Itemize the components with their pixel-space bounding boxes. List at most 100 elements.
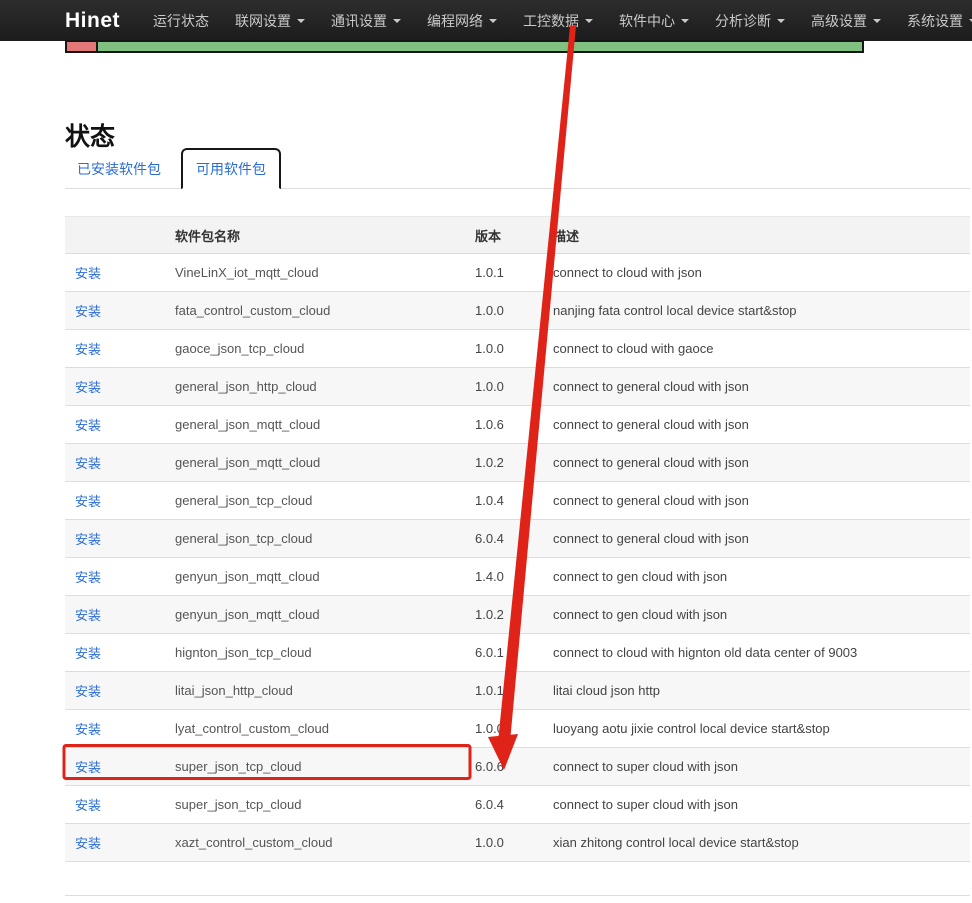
- nav-link-programming-network[interactable]: 编程网络: [414, 11, 510, 31]
- package-name: gaoce_json_tcp_cloud: [175, 330, 475, 368]
- install-link[interactable]: 安装: [75, 836, 101, 851]
- package-description: luoyang aotu jixie control local device …: [553, 710, 970, 748]
- package-description: litai cloud json http: [553, 672, 970, 710]
- install-cell: 安装: [65, 634, 175, 672]
- nav-link-analysis-diagnosis[interactable]: 分析诊断: [702, 11, 798, 31]
- nav-link-network-settings[interactable]: 联网设置: [222, 11, 318, 31]
- install-link[interactable]: 安装: [75, 646, 101, 661]
- table-row: 安装 general_json_tcp_cloud6.0.4connect to …: [65, 520, 970, 558]
- install-link[interactable]: 安装: [75, 798, 101, 813]
- table-row: 安装genyun_json_mqtt_cloud1.0.2connect to …: [65, 596, 970, 634]
- install-link[interactable]: 安装: [75, 494, 101, 509]
- package-name: super_json_tcp_cloud: [175, 786, 475, 824]
- install-cell: 安装: [65, 330, 175, 368]
- install-cell: 安装: [65, 596, 175, 634]
- col-header-description: 描述: [553, 217, 970, 254]
- col-header-install: [65, 217, 175, 254]
- table-row: 安装hignton_json_tcp_cloud6.0.1connect to …: [65, 634, 970, 672]
- install-link[interactable]: 安装: [75, 760, 101, 775]
- package-version: 6.0.4: [475, 520, 553, 558]
- install-link[interactable]: 安装: [75, 722, 101, 737]
- install-link[interactable]: 安装: [75, 342, 101, 357]
- install-link[interactable]: 安装: [75, 532, 101, 547]
- package-description: connect to cloud with json: [553, 254, 970, 292]
- tab-link-available[interactable]: 可用软件包: [181, 148, 281, 189]
- tab-installed: 已安装软件包: [65, 149, 173, 189]
- package-version: 1.0.0: [475, 710, 553, 748]
- nav-item-network-settings: 联网设置: [222, 0, 318, 41]
- package-version: 6.0.1: [475, 634, 553, 672]
- table-row: 安装VineLinX_iot_mqtt_cloud1.0.1connect to…: [65, 254, 970, 292]
- install-cell: 安装: [65, 292, 175, 330]
- package-name: general_json_tcp_cloud: [175, 520, 475, 558]
- install-link[interactable]: 安装: [75, 684, 101, 699]
- package-version: 1.0.2: [475, 444, 553, 482]
- install-link[interactable]: 安装: [75, 418, 101, 433]
- package-description: connect to general cloud with json: [553, 406, 970, 444]
- tab-available: 可用软件包: [173, 148, 281, 189]
- package-version: 1.0.0: [475, 330, 553, 368]
- install-cell: 安装: [65, 710, 175, 748]
- nav-link-software-center[interactable]: 软件中心: [606, 11, 702, 31]
- nav-link-industrial-data[interactable]: 工控数据: [510, 11, 606, 31]
- table-row: 安装 general_json_tcp_cloud1.0.4connect to …: [65, 482, 970, 520]
- install-link[interactable]: 安装: [75, 304, 101, 319]
- tab-link-installed[interactable]: 已安装软件包: [65, 149, 173, 189]
- install-cell: 安装: [65, 786, 175, 824]
- caret-down-icon: [873, 19, 881, 23]
- package-description: connect to general cloud with json: [553, 444, 970, 482]
- install-link[interactable]: 安装: [75, 608, 101, 623]
- progress-bar: [65, 40, 864, 53]
- table-row: 安装 xazt_control_custom_cloud1.0.0xian zhi…: [65, 824, 970, 862]
- package-version: 6.0.6: [475, 748, 553, 786]
- install-link[interactable]: 安装: [75, 456, 101, 471]
- package-name: general_json_mqtt_cloud: [175, 406, 475, 444]
- nav-link-advanced-settings[interactable]: 高级设置: [798, 11, 894, 31]
- package-description: xian zhitong control local device start&…: [553, 824, 970, 862]
- install-cell: 安装: [65, 824, 175, 862]
- package-version: 6.0.4: [475, 786, 553, 824]
- progress-bar-red-segment: [67, 42, 98, 51]
- package-description: connect to gen cloud with json: [553, 596, 970, 634]
- package-version: 1.0.0: [475, 368, 553, 406]
- install-cell: 安装: [65, 406, 175, 444]
- caret-down-icon: [681, 19, 689, 23]
- nav-item-programming-network: 编程网络: [414, 0, 510, 41]
- nav-link-comm-settings[interactable]: 通讯设置: [318, 11, 414, 31]
- footer-divider: [65, 895, 970, 896]
- caret-down-icon: [777, 19, 785, 23]
- nav-item-advanced-settings: 高级设置: [798, 0, 894, 41]
- table-row: 安装litai_json_http_cloud1.0.1litai cloud …: [65, 672, 970, 710]
- brand-logo[interactable]: Hinet: [65, 9, 120, 33]
- nav-link-run-status[interactable]: 运行状态: [140, 11, 222, 31]
- package-name: fata_control_custom_cloud: [175, 292, 475, 330]
- tab-bar: 已安装软件包可用软件包: [65, 150, 970, 189]
- nav-item-software-center: 软件中心: [606, 0, 702, 41]
- package-name: general_json_mqtt_cloud: [175, 444, 475, 482]
- install-link[interactable]: 安装: [75, 570, 101, 585]
- table-header-row: 软件包名称 版本 描述: [65, 217, 970, 254]
- package-version: 1.0.4: [475, 482, 553, 520]
- package-table: 软件包名称 版本 描述 安装VineLinX_iot_mqtt_cloud1.0…: [65, 216, 970, 862]
- package-name: lyat_control_custom_cloud: [175, 710, 475, 748]
- package-version: 1.0.6: [475, 406, 553, 444]
- package-version: 1.0.0: [475, 824, 553, 862]
- package-description: connect to general cloud with json: [553, 520, 970, 558]
- package-description: connect to cloud with hignton old data c…: [553, 634, 970, 672]
- package-description: connect to cloud with gaoce: [553, 330, 970, 368]
- package-name: super_json_tcp_cloud: [175, 748, 475, 786]
- install-link[interactable]: 安装: [75, 380, 101, 395]
- nav-link-system-settings[interactable]: 系统设置: [894, 11, 972, 31]
- package-name: general_json_tcp_cloud: [175, 482, 475, 520]
- install-link[interactable]: 安装: [75, 266, 101, 281]
- table-row: 安装 general_json_mqtt_cloud1.0.6connect to…: [65, 406, 970, 444]
- caret-down-icon: [585, 19, 593, 23]
- package-name: xazt_control_custom_cloud: [175, 824, 475, 862]
- table-row: 安装 general_json_mqtt_cloud1.0.2connect to…: [65, 444, 970, 482]
- package-name: genyun_json_mqtt_cloud: [175, 558, 475, 596]
- nav-item-run-status: 运行状态: [140, 0, 222, 41]
- col-header-version: 版本: [475, 217, 553, 254]
- install-cell: 安装: [65, 520, 175, 558]
- package-description: connect to general cloud with json: [553, 482, 970, 520]
- package-name: genyun_json_mqtt_cloud: [175, 596, 475, 634]
